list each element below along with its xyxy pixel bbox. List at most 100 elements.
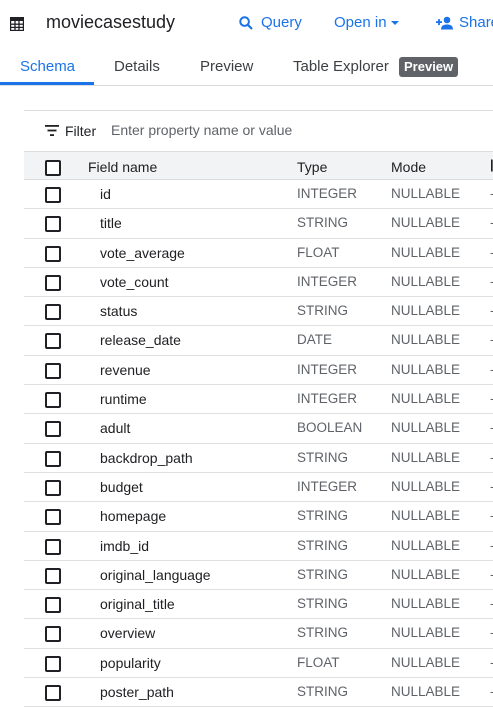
filter-icon[interactable] [45, 125, 59, 136]
table-row[interactable]: homepageSTRINGNULLABLE- [24, 502, 493, 532]
field-type-cell: FLOAT [297, 654, 340, 670]
row-checkbox[interactable] [45, 421, 61, 438]
row-checkbox[interactable] [45, 479, 61, 496]
table-row[interactable]: budgetINTEGERNULLABLE- [24, 473, 493, 503]
tab-preview[interactable]: Preview [200, 58, 253, 75]
field-mode-cell: NULLABLE [391, 273, 461, 289]
field-mode-cell: NULLABLE [391, 391, 461, 407]
table-row[interactable]: vote_countINTEGERNULLABLE- [24, 268, 493, 298]
row-checkbox[interactable] [45, 362, 61, 379]
field-name-cell: original_title [100, 596, 175, 613]
table-row[interactable]: overviewSTRINGNULLABLE- [24, 619, 493, 649]
table-row[interactable]: poster_pathSTRINGNULLABLE- [24, 678, 493, 707]
column-header-field-name[interactable]: Field name [88, 159, 157, 175]
field-mode-cell: NULLABLE [391, 508, 461, 524]
field-mode-cell: NULLABLE [391, 537, 461, 553]
preview-badge: Preview [399, 57, 459, 77]
field-name-cell: overview [100, 625, 156, 642]
row-checkbox[interactable] [45, 538, 61, 555]
field-type-cell: INTEGER [297, 478, 358, 494]
tab-table-explorer[interactable]: Table Explorer [293, 58, 389, 75]
row-checkbox[interactable] [45, 685, 61, 702]
field-name-cell: original_language [100, 566, 211, 583]
select-all-checkbox[interactable] [45, 160, 61, 176]
row-checkbox[interactable] [45, 567, 61, 584]
table-row[interactable]: statusSTRINGNULLABLE- [24, 297, 493, 327]
query-label: Query [261, 14, 302, 31]
row-checkbox[interactable] [45, 450, 61, 467]
field-name-cell: backdrop_path [100, 449, 193, 466]
table-row[interactable]: revenueINTEGERNULLABLE- [24, 356, 493, 386]
field-type-cell: STRING [297, 449, 349, 465]
schema-table: Field name Type Mode | id INTEGER NULLABLE… [24, 151, 493, 707]
field-name-cell: release_date [100, 332, 181, 349]
share-button[interactable]: Share [436, 14, 493, 31]
field-mode-cell: NULLABLE [391, 215, 461, 231]
tab-details[interactable]: Details [114, 58, 160, 75]
field-type-cell: BOOLEAN [297, 420, 363, 436]
table-row[interactable]: original_languageSTRINGNULLABLE- [24, 561, 493, 591]
field-mode-cell: NULLABLE [391, 449, 461, 465]
field-type-cell: STRING [297, 625, 349, 641]
tab-schema[interactable]: Schema [20, 58, 75, 75]
field-mode-cell: NULLABLE [391, 566, 461, 582]
field-type-cell: STRING [297, 215, 349, 231]
table-row[interactable]: original_titleSTRINGNULLABLE- [24, 590, 493, 620]
field-mode-cell: NULLABLE [391, 625, 461, 641]
filter-input[interactable] [108, 119, 414, 141]
field-mode-cell: NULLABLE [391, 596, 461, 612]
field-type-cell: STRING [297, 596, 349, 612]
filter-divider [24, 110, 493, 111]
row-checkbox[interactable] [45, 597, 61, 614]
column-header-mode[interactable]: Mode [391, 159, 426, 175]
table-icon [10, 17, 24, 31]
row-checkbox[interactable] [45, 216, 61, 233]
top-bar: moviecasestudy Query Open in Share [0, 0, 493, 48]
field-name-cell: adult [100, 420, 131, 437]
field-mode-cell: NULLABLE [391, 332, 461, 348]
row-checkbox[interactable] [45, 304, 61, 321]
table-row[interactable]: idINTEGERNULLABLE- [24, 180, 493, 210]
field-name-cell: id [100, 186, 111, 202]
table-row[interactable]: imdb_idSTRINGNULLABLE- [24, 532, 493, 561]
row-checkbox[interactable] [45, 187, 61, 203]
field-type-cell: INTEGER [297, 361, 358, 377]
field-mode-cell: NULLABLE [391, 186, 461, 201]
row-checkbox[interactable] [45, 509, 61, 526]
table-row[interactable]: popularityFLOATNULLABLE- [24, 649, 493, 679]
open-in-button[interactable]: Open in [334, 14, 400, 31]
row-checkbox[interactable] [45, 655, 61, 672]
caret-down-icon [390, 20, 399, 25]
share-label: Share [459, 14, 493, 31]
row-checkbox[interactable] [45, 245, 61, 262]
query-button[interactable]: Query [239, 14, 302, 31]
field-type-cell: FLOAT [297, 244, 340, 260]
table-row[interactable]: backdrop_pathSTRINGNULLABLE- [24, 444, 493, 473]
field-name-cell: vote_count [100, 273, 169, 290]
person-add-icon [436, 16, 453, 29]
row-checkbox[interactable] [45, 392, 61, 409]
row-checkbox[interactable] [45, 333, 61, 350]
table-row[interactable]: adultBOOLEANNULLABLE- [24, 414, 493, 444]
field-mode-cell: NULLABLE [391, 303, 461, 319]
field-mode-cell: NULLABLE [391, 684, 461, 700]
field-mode-cell: NULLABLE [391, 478, 461, 494]
field-type-cell: STRING [297, 566, 349, 582]
field-name-cell: title [100, 215, 122, 232]
field-name-cell: runtime [100, 391, 147, 408]
field-mode-cell: NULLABLE [391, 361, 461, 377]
field-mode-cell: NULLABLE [391, 420, 461, 436]
row-checkbox[interactable] [45, 274, 61, 291]
table-row[interactable]: runtimeINTEGERNULLABLE- [24, 385, 493, 415]
field-name-cell: budget [100, 478, 143, 495]
table-row[interactable]: release_dateDATENULLABLE- [24, 326, 493, 356]
row-checkbox[interactable] [45, 626, 61, 643]
page-title: moviecasestudy [46, 12, 176, 32]
column-header-type[interactable]: Type [297, 159, 327, 175]
field-name-cell: homepage [100, 508, 167, 525]
table-row[interactable]: titleSTRINGNULLABLE- [24, 209, 493, 239]
table-row[interactable]: vote_averageFLOATNULLABLE- [24, 239, 493, 268]
filter-label[interactable]: Filter [65, 123, 96, 139]
field-type-cell: STRING [297, 537, 349, 553]
field-mode-cell: NULLABLE [391, 654, 461, 670]
